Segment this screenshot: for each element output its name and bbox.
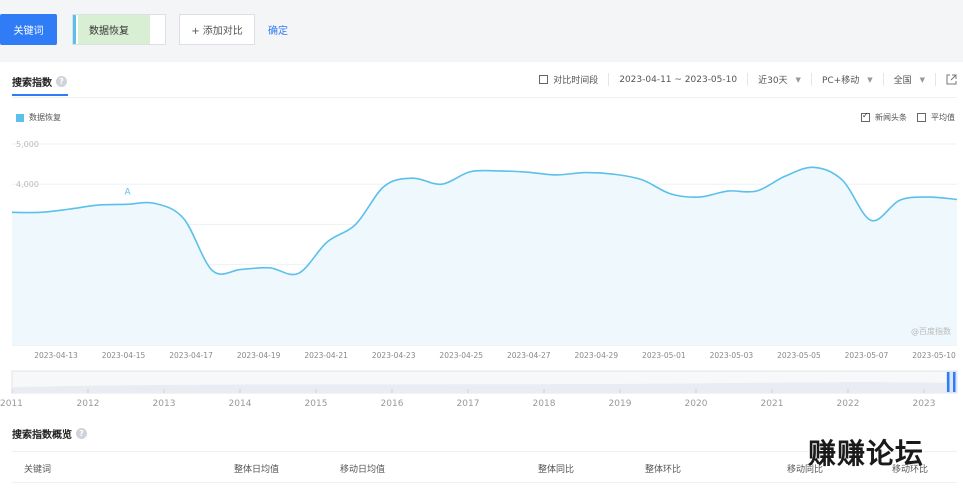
average-label: 平均值 <box>931 113 955 122</box>
region-select[interactable]: 全国 ▼ <box>884 73 936 86</box>
x-tick-label: 2023-04-17 <box>169 351 213 360</box>
x-tick-label: 2023-04-23 <box>372 351 416 360</box>
overview-title-text: 搜索指数概览 <box>12 430 72 441</box>
timeline-year-label: 2022 <box>837 399 860 409</box>
x-tick-label: 2023-04-15 <box>102 351 146 360</box>
export-button[interactable] <box>936 73 957 86</box>
keyword-input-box[interactable]: 数据恢复 <box>72 14 166 45</box>
news-headline-label: 新闻头条 <box>875 113 907 122</box>
y-tick-label: 4,000 <box>16 180 39 189</box>
news-headline-toggle[interactable]: 新闻头条 <box>861 111 907 123</box>
trend-chart[interactable]: 5,0004,0003,0002,0001,000A2023-04-132023… <box>0 124 963 414</box>
x-tick-label: 2023-05-10 <box>912 351 956 360</box>
timeline-year-label: 2019 <box>609 399 632 409</box>
region-label: 全国 <box>893 76 912 86</box>
device-label: PC+移动 <box>821 76 860 86</box>
add-compare-button[interactable]: + 添加对比 <box>179 14 255 45</box>
average-toggle[interactable]: 平均值 <box>917 112 955 123</box>
external-link-icon <box>946 74 957 85</box>
x-tick-label: 2023-05-01 <box>642 351 686 360</box>
timeline-year-label: 2013 <box>153 399 176 409</box>
title-underline <box>12 94 68 96</box>
period-label: 近30天 <box>758 76 788 86</box>
date-range-label: 2023-04-11 ~ 2023-05-10 <box>619 74 738 85</box>
keyword-button[interactable]: 关键词 <box>0 14 57 45</box>
x-tick-label: 2023-04-27 <box>507 351 551 360</box>
checkbox-icon[interactable] <box>917 113 926 122</box>
compare-period-label: 对比时间段 <box>553 76 599 86</box>
timeline-year-label: 2016 <box>381 399 404 409</box>
baidu-watermark: @百度指数 <box>911 327 951 336</box>
col-overall-mom: 整体环比 <box>645 465 682 475</box>
help-icon[interactable]: ? <box>76 428 87 439</box>
checkbox-icon[interactable] <box>539 75 549 84</box>
x-tick-label: 2023-04-21 <box>304 351 348 360</box>
chart-options: 新闻头条 平均值 <box>861 111 955 123</box>
section-title-text: 搜索指数 <box>12 78 52 89</box>
filter-bar: 对比时间段 2023-04-11 ~ 2023-05-10 近30天 ▼ PC+… <box>529 73 957 86</box>
x-tick-label: 2023-04-29 <box>575 351 619 360</box>
x-tick-label: 2023-05-05 <box>777 351 821 360</box>
caret-down-icon: ▼ <box>919 75 925 84</box>
y-tick-label: 5,000 <box>16 140 39 149</box>
col-overall-yoy: 整体同比 <box>538 465 575 475</box>
timeline-handle-left <box>947 372 950 392</box>
checkbox-checked-icon[interactable] <box>861 111 870 122</box>
forum-watermark: 赚赚论坛 <box>808 437 925 470</box>
section-title: 搜索指数 ? <box>12 74 67 89</box>
help-icon[interactable]: ? <box>56 76 67 87</box>
header-divider <box>12 97 957 98</box>
legend-swatch <box>16 113 24 122</box>
timeline-year-label: 2015 <box>305 399 328 409</box>
compare-period-toggle[interactable]: 对比时间段 <box>529 73 610 86</box>
x-tick-label: 2023-04-13 <box>34 351 78 360</box>
timeline-year-label: 2011 <box>0 399 23 409</box>
timeline-year-label: 2020 <box>685 399 708 409</box>
timeline-year-label: 2018 <box>533 399 556 409</box>
keyword-value: 数据恢复 <box>89 26 129 37</box>
x-tick-label: 2023-04-25 <box>439 351 483 360</box>
date-range-picker[interactable]: 2023-04-11 ~ 2023-05-10 <box>609 73 749 86</box>
col-mobile-daily-avg: 移动日均值 <box>340 465 386 475</box>
confirm-link[interactable]: 确定 <box>268 14 288 45</box>
x-tick-label: 2023-04-19 <box>237 351 281 360</box>
timeline-year-label: 2017 <box>457 399 480 409</box>
timeline-year-label: 2014 <box>229 399 252 409</box>
timeline-handle-right <box>953 372 956 392</box>
top-toolbar: 关键词 数据恢复 + 添加对比 确定 <box>0 0 963 62</box>
keyword-color-bar <box>73 15 76 44</box>
timeline-year-label: 2012 <box>77 399 100 409</box>
caret-down-icon: ▼ <box>867 75 873 84</box>
series-area <box>12 167 957 345</box>
caret-down-icon: ▼ <box>795 75 801 84</box>
search-index-panel: 搜索指数 ? 对比时间段 2023-04-11 ~ 2023-05-10 近30… <box>0 62 963 493</box>
timeline-year-label: 2021 <box>761 399 784 409</box>
legend-label: 数据恢复 <box>29 113 61 122</box>
col-keyword: 关键词 <box>24 465 52 475</box>
x-tick-label: 2023-05-07 <box>845 351 889 360</box>
chart-legend[interactable]: 数据恢复 <box>16 112 61 123</box>
timeline-year-label: 2023 <box>913 399 936 409</box>
overview-title: 搜索指数概览 ? <box>12 426 87 441</box>
device-select[interactable]: PC+移动 ▼ <box>812 73 884 86</box>
news-annotation-marker: A <box>125 187 132 197</box>
period-select[interactable]: 近30天 ▼ <box>748 73 812 86</box>
col-overall-daily-avg: 整体日均值 <box>234 465 280 475</box>
x-tick-label: 2023-05-03 <box>710 351 754 360</box>
